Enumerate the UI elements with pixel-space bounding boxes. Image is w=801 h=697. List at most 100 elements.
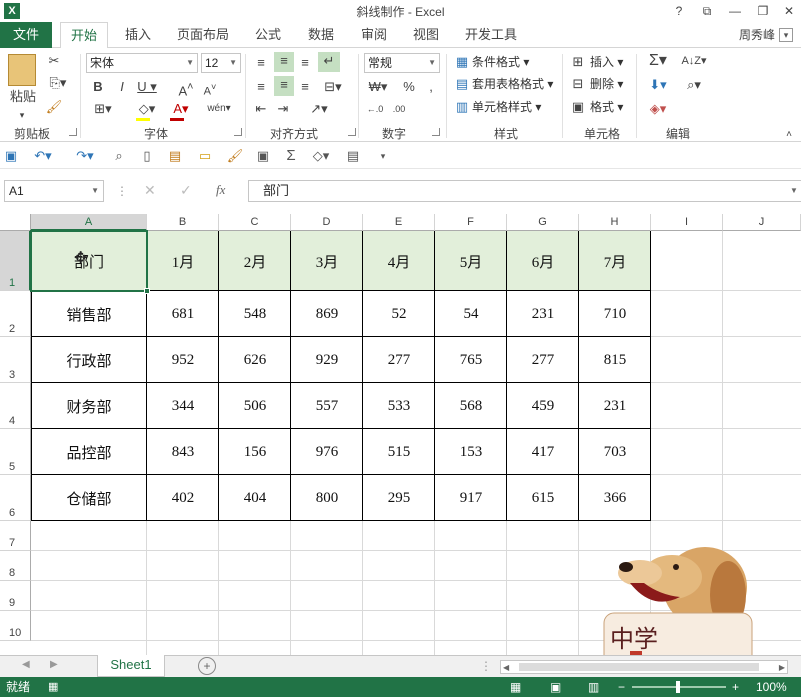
value-cell[interactable]: 548 bbox=[219, 291, 291, 337]
value-cell[interactable]: 277 bbox=[507, 337, 579, 383]
insert-cells-icon[interactable]: ⊞ bbox=[570, 53, 586, 71]
row-header-4[interactable]: 4 bbox=[0, 383, 31, 429]
value-cell[interactable]: 404 bbox=[219, 475, 291, 521]
user-name[interactable]: 周秀峰 bbox=[739, 22, 775, 48]
worksheet-grid[interactable]: ABCDEFGHIJ 12345678910 部门1月2月3月4月5月6月7月销… bbox=[0, 214, 801, 656]
column-header-g[interactable]: G bbox=[507, 214, 579, 231]
wrap-text-icon[interactable]: ↵ bbox=[318, 52, 340, 72]
value-cell[interactable]: 681 bbox=[147, 291, 219, 337]
tab-file[interactable]: 文件 bbox=[0, 22, 52, 48]
department-cell[interactable]: 销售部 bbox=[31, 291, 147, 337]
value-cell[interactable]: 568 bbox=[435, 383, 507, 429]
increase-indent-icon[interactable]: ⇥ bbox=[274, 100, 292, 118]
help-button[interactable]: ? bbox=[668, 2, 690, 20]
print-preview-icon[interactable]: ⌕ bbox=[110, 147, 128, 165]
paste-qat-icon[interactable]: ▤ bbox=[166, 147, 184, 165]
page-layout-view-icon[interactable]: ▣ bbox=[550, 677, 561, 697]
scroll-tabs-right-icon[interactable]: ▶ bbox=[50, 659, 58, 670]
orientation-icon[interactable]: ↗▾ bbox=[306, 100, 332, 118]
tab-data[interactable]: 数据 bbox=[299, 22, 343, 48]
conditional-format-icon[interactable]: ▦ bbox=[454, 53, 470, 71]
paste-button[interactable]: 粘贴 bbox=[6, 88, 40, 106]
header-cell[interactable]: 5月 bbox=[435, 231, 507, 291]
tab-view[interactable]: 视图 bbox=[404, 22, 448, 48]
value-cell[interactable]: 952 bbox=[147, 337, 219, 383]
name-box[interactable]: A1▼ bbox=[4, 180, 104, 202]
format-cells-icon[interactable]: ▣ bbox=[570, 98, 586, 116]
value-cell[interactable]: 515 bbox=[363, 429, 435, 475]
fill-icon[interactable]: ⬇▾ bbox=[644, 76, 672, 94]
align-middle-icon[interactable]: ≡ bbox=[274, 52, 294, 72]
value-cell[interactable]: 153 bbox=[435, 429, 507, 475]
value-cell[interactable]: 506 bbox=[219, 383, 291, 429]
value-cell[interactable]: 710 bbox=[579, 291, 651, 337]
row-header-9[interactable]: 9 bbox=[0, 581, 31, 611]
font-size-select[interactable]: 12▼ bbox=[201, 53, 241, 73]
fill-handle[interactable] bbox=[144, 288, 150, 294]
paste-dropdown-icon[interactable]: ▾ bbox=[12, 106, 32, 124]
open-folder-icon[interactable]: ▭ bbox=[196, 147, 214, 165]
scroll-left-icon[interactable]: ◀ bbox=[503, 663, 509, 672]
tab-insert[interactable]: 插入 bbox=[116, 22, 160, 48]
header-cell[interactable]: 1月 bbox=[147, 231, 219, 291]
value-cell[interactable]: 557 bbox=[291, 383, 363, 429]
value-cell[interactable]: 533 bbox=[363, 383, 435, 429]
insert-cells-button[interactable]: 插入 ▾ bbox=[590, 52, 623, 72]
bold-icon[interactable]: B bbox=[90, 78, 106, 96]
value-cell[interactable]: 626 bbox=[219, 337, 291, 383]
value-cell[interactable]: 231 bbox=[579, 383, 651, 429]
align-top-icon[interactable]: ≡ bbox=[252, 54, 270, 72]
font-color-icon[interactable]: A▾ bbox=[168, 100, 194, 118]
row-header-5[interactable]: 5 bbox=[0, 429, 31, 475]
decrease-indent-icon[interactable]: ⇤ bbox=[252, 100, 270, 118]
close-button[interactable]: ✕ bbox=[778, 2, 800, 20]
department-cell[interactable]: 行政部 bbox=[31, 337, 147, 383]
value-cell[interactable]: 459 bbox=[507, 383, 579, 429]
enter-formula-icon[interactable]: ✓ bbox=[180, 182, 192, 199]
zoom-level[interactable]: 100% bbox=[756, 677, 787, 697]
phonetic-icon[interactable]: wén▾ bbox=[206, 100, 232, 118]
number-launcher-icon[interactable] bbox=[432, 128, 440, 136]
shapes-icon[interactable]: ◇▾ bbox=[306, 147, 336, 165]
cancel-formula-icon[interactable]: ✕ bbox=[144, 182, 156, 199]
value-cell[interactable]: 917 bbox=[435, 475, 507, 521]
user-avatar-icon[interactable]: ▾ bbox=[779, 28, 793, 42]
value-cell[interactable]: 800 bbox=[291, 475, 363, 521]
sheet-tab-sheet1[interactable]: Sheet1 bbox=[97, 655, 165, 677]
cut-icon[interactable]: ✂ bbox=[44, 52, 64, 70]
italic-icon[interactable]: I bbox=[114, 78, 130, 96]
undo-icon[interactable]: ↶▾ bbox=[28, 147, 58, 165]
value-cell[interactable]: 929 bbox=[291, 337, 363, 383]
zoom-slider-thumb[interactable] bbox=[676, 681, 680, 693]
value-cell[interactable]: 277 bbox=[363, 337, 435, 383]
tab-page-layout[interactable]: 页面布局 bbox=[172, 22, 234, 48]
cell-styles-icon[interactable]: ▥ bbox=[454, 98, 470, 116]
conditional-format-button[interactable]: 条件格式 ▾ bbox=[472, 52, 529, 72]
clear-icon[interactable]: ◈▾ bbox=[644, 100, 672, 118]
value-cell[interactable]: 295 bbox=[363, 475, 435, 521]
tab-developer[interactable]: 开发工具 bbox=[460, 22, 522, 48]
save-icon[interactable]: ▣ bbox=[2, 147, 20, 165]
column-header-d[interactable]: D bbox=[291, 214, 363, 231]
format-painter-qat-icon[interactable]: 🖌 bbox=[226, 147, 244, 165]
value-cell[interactable]: 843 bbox=[147, 429, 219, 475]
value-cell[interactable]: 156 bbox=[219, 429, 291, 475]
row-header-2[interactable]: 2 bbox=[0, 291, 31, 337]
percent-icon[interactable]: % bbox=[400, 78, 418, 96]
value-cell[interactable]: 703 bbox=[579, 429, 651, 475]
decrease-decimal-icon[interactable]: .00 bbox=[388, 100, 410, 118]
decrease-font-icon[interactable]: A˅ bbox=[202, 78, 218, 101]
column-header-e[interactable]: E bbox=[363, 214, 435, 231]
add-sheet-icon[interactable]: + bbox=[198, 657, 216, 675]
alignment-launcher-icon[interactable] bbox=[348, 128, 356, 136]
value-cell[interactable]: 366 bbox=[579, 475, 651, 521]
row-header-7[interactable]: 7 bbox=[0, 521, 31, 551]
header-cell[interactable]: 3月 bbox=[291, 231, 363, 291]
column-header-i[interactable]: I bbox=[651, 214, 723, 231]
currency-icon[interactable]: ₩▾ bbox=[364, 78, 392, 96]
save-as-icon[interactable]: ▣ bbox=[254, 147, 272, 165]
merge-center-icon[interactable]: ⊟▾ bbox=[318, 78, 348, 96]
column-header-j[interactable]: J bbox=[723, 214, 801, 231]
value-cell[interactable]: 815 bbox=[579, 337, 651, 383]
sum-qat-icon[interactable]: Σ bbox=[282, 147, 300, 165]
